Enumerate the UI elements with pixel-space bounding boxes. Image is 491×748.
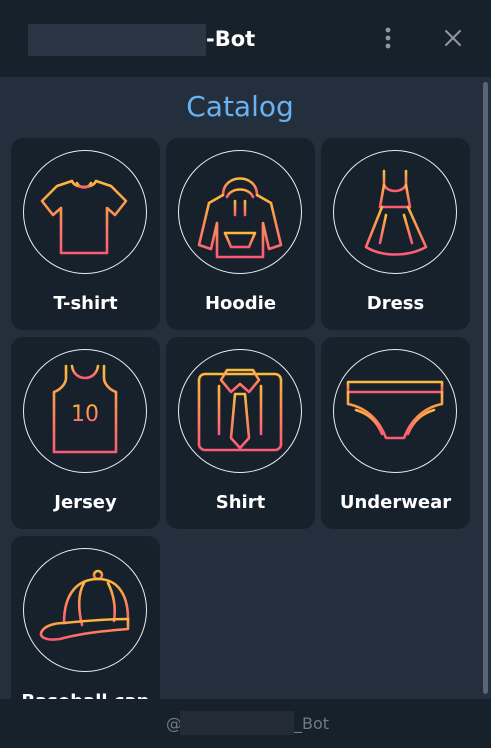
catalog-item-cap[interactable]: Baseball cap bbox=[11, 536, 160, 699]
tshirt-icon bbox=[40, 179, 128, 255]
more-options-button[interactable] bbox=[374, 22, 402, 54]
item-label: Dress bbox=[366, 293, 425, 314]
page-title: Catalog bbox=[186, 90, 294, 123]
redacted-bot-name bbox=[28, 24, 206, 56]
item-label: Shirt bbox=[215, 492, 266, 513]
title-bar: -Bot bbox=[0, 0, 491, 77]
close-button[interactable] bbox=[440, 24, 466, 52]
catalog-item-tshirt[interactable]: T-shirt bbox=[11, 138, 160, 330]
jersey-icon: 10 bbox=[52, 364, 118, 454]
item-label: Underwear bbox=[339, 492, 452, 513]
dress-icon bbox=[364, 169, 428, 256]
window-title: -Bot bbox=[206, 27, 256, 51]
footer-bar: @ _Bot bbox=[0, 699, 491, 748]
item-icon-frame: 10 bbox=[23, 349, 147, 473]
item-icon-frame bbox=[333, 349, 457, 473]
catalog-item-hoodie[interactable]: Hoodie bbox=[166, 138, 315, 330]
catalog-view: Catalog T-shirt Hoodie Dress 10 Jersey S… bbox=[0, 77, 491, 699]
item-icon-frame bbox=[333, 150, 457, 274]
bot-window: -Bot Catalog T-shirt Hoodie Dress 10 Jer… bbox=[0, 0, 491, 748]
bot-username-suffix: _Bot bbox=[294, 714, 330, 733]
catalog-item-shirt[interactable]: Shirt bbox=[166, 337, 315, 529]
item-label: T-shirt bbox=[53, 293, 118, 314]
catalog-item-dress[interactable]: Dress bbox=[321, 138, 470, 330]
cap-icon bbox=[39, 569, 130, 641]
item-label: Baseball cap bbox=[11, 690, 160, 699]
item-icon-frame bbox=[178, 349, 302, 473]
catalog-item-jersey[interactable]: 10 Jersey bbox=[11, 337, 160, 529]
scrollbar[interactable] bbox=[483, 82, 488, 694]
close-icon bbox=[445, 30, 461, 46]
item-label: Jersey bbox=[54, 492, 117, 513]
redacted-bot-username bbox=[180, 711, 294, 735]
shirt-icon bbox=[197, 368, 283, 452]
item-icon-frame bbox=[178, 150, 302, 274]
item-label: Hoodie bbox=[204, 293, 277, 314]
underwear-icon bbox=[346, 380, 444, 440]
item-icon-frame bbox=[23, 548, 147, 672]
catalog-item-underwear[interactable]: Underwear bbox=[321, 337, 470, 529]
item-icon-frame bbox=[23, 150, 147, 274]
hoodie-icon bbox=[197, 177, 283, 259]
kebab-vertical-icon bbox=[385, 27, 391, 49]
jersey-number: 10 bbox=[71, 402, 99, 427]
